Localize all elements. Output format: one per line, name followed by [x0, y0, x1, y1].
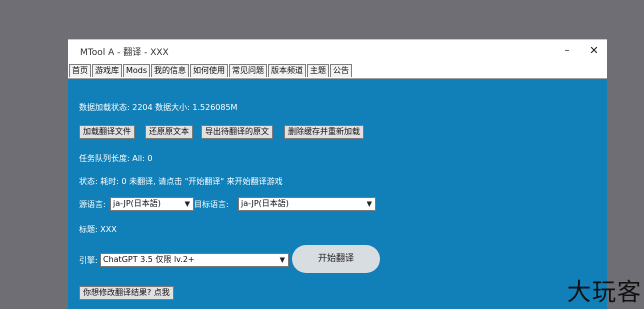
- window-title: MTool A - 翻译 - XXX: [80, 48, 169, 58]
- translation-status: 状态: 耗时: 0 未翻译, 请点击 "开始翻译" 来开始翻译游戏: [79, 177, 283, 186]
- chevron-down-icon: ▼: [184, 200, 190, 208]
- tab-bar: 首页 游戏库 Mods 我的信息 如何使用 常见问题 版本频道 主题 公告: [68, 62, 607, 79]
- tab-my-info[interactable]: 我的信息: [151, 64, 190, 77]
- tab-theme[interactable]: 主题: [307, 64, 330, 77]
- tab-how-to-use[interactable]: 如何使用: [190, 64, 229, 77]
- restore-original-text-button[interactable]: 还原原文本: [145, 125, 193, 139]
- data-load-status: 数据加载状态: 2204 数据大小: 1.526085M: [79, 103, 238, 112]
- engine-value: ChatGPT 3.5 仅限 lv.2+: [103, 255, 195, 264]
- tab-faq[interactable]: 常见问题: [229, 64, 268, 77]
- title-bar[interactable]: MTool A - 翻译 - XXX – ✕: [68, 40, 607, 62]
- minimize-button[interactable]: –: [555, 42, 579, 60]
- source-language-label: 源语言:: [79, 200, 106, 209]
- chevron-down-icon: ▼: [366, 200, 372, 208]
- tab-list: 首页 游戏库 Mods 我的信息 如何使用 常见问题 版本频道 主题 公告: [69, 64, 353, 77]
- close-button[interactable]: ✕: [582, 42, 606, 60]
- source-language-value: ja-JP(日本語): [113, 199, 161, 208]
- tab-version-channel[interactable]: 版本频道: [268, 64, 307, 77]
- site-watermark: 大玩客: [567, 278, 642, 306]
- game-title: 标题: XXX: [79, 225, 117, 234]
- engine-label: 引擎:: [79, 256, 98, 265]
- tab-game-library[interactable]: 游戏库: [92, 64, 122, 77]
- engine-select[interactable]: ChatGPT 3.5 仅限 lv.2+ ▼: [100, 253, 289, 267]
- chevron-down-icon: ▼: [279, 256, 285, 264]
- target-language-label: 目标语言:: [194, 200, 229, 209]
- tab-mods[interactable]: Mods: [123, 64, 151, 77]
- target-language-select[interactable]: ja-JP(日本語) ▼: [238, 197, 376, 211]
- load-translation-file-button[interactable]: 加载翻译文件: [79, 125, 135, 139]
- app-window: MTool A - 翻译 - XXX – ✕ 首页 游戏库 Mods 我的信息 …: [68, 39, 607, 309]
- tab-announcement[interactable]: 公告: [330, 64, 353, 77]
- start-translation-button[interactable]: 开始翻译: [292, 245, 380, 273]
- tab-home[interactable]: 首页: [69, 64, 91, 77]
- translate-panel: 数据加载状态: 2204 数据大小: 1.526085M 加载翻译文件 还原原文…: [68, 79, 607, 309]
- queue-length: 任务队列长度: All: 0: [79, 154, 153, 163]
- target-language-value: ja-JP(日本語): [241, 199, 289, 208]
- source-language-select[interactable]: ja-JP(日本語) ▼: [110, 197, 194, 211]
- edit-translation-link-button[interactable]: 你想修改翻译结果? 点我: [79, 286, 174, 300]
- export-source-text-button[interactable]: 导出待翻译的原文: [201, 125, 273, 139]
- clear-cache-reload-button[interactable]: 删除缓存并重新加载: [284, 125, 364, 139]
